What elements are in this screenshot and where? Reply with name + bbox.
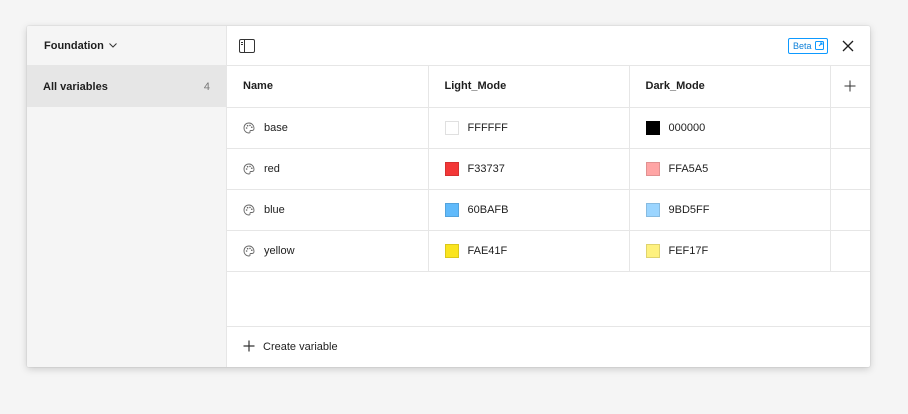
dark-mode-value-cell[interactable]: 9BD5FF (628, 189, 830, 231)
color-value: FFFFFF (467, 121, 508, 134)
dark-mode-value-cell[interactable]: FFA5A5 (628, 148, 830, 190)
light-mode-value-cell[interactable]: 60BAFB (427, 189, 629, 231)
variables-table: Name Light_Mode Dark_Mode base FFFFFF 0000… (227, 66, 870, 272)
plus-icon (243, 340, 255, 355)
variables-panel: Foundation All variables 4 Beta Name Lig… (27, 26, 870, 367)
empty-cell (829, 189, 870, 231)
chevron-down-icon (109, 43, 117, 48)
table-row[interactable]: red F33737 FFA5A5 (227, 148, 870, 190)
color-swatch[interactable] (645, 120, 660, 135)
column-header-dark-mode[interactable]: Dark_Mode (628, 66, 830, 108)
column-header-name[interactable]: Name (227, 66, 428, 108)
table-row[interactable]: blue 60BAFB 9BD5FF (227, 189, 870, 231)
color-value: FEF17F (668, 244, 709, 257)
plus-icon (831, 80, 871, 92)
color-swatch[interactable] (645, 161, 660, 176)
color-swatch[interactable] (645, 202, 660, 217)
palette-icon (243, 204, 255, 216)
color-value: F33737 (467, 162, 505, 175)
color-value: 60BAFB (467, 203, 509, 216)
sidebar-item-count: 4 (203, 80, 210, 93)
palette-icon (243, 163, 255, 175)
dark-mode-value-cell[interactable]: 000000 (628, 107, 830, 149)
empty-cell (829, 230, 870, 272)
variable-name-cell[interactable]: yellow (227, 230, 428, 272)
collection-selector[interactable]: Foundation (27, 26, 226, 66)
main-area: Beta Name Light_Mode Dark_Mode base FFFF… (227, 26, 870, 367)
variable-name-cell[interactable]: base (227, 107, 428, 149)
light-mode-value-cell[interactable]: FFFFFF (427, 107, 629, 149)
beta-label: Beta (793, 41, 812, 51)
sidebar-item-all-variables[interactable]: All variables 4 (27, 66, 226, 107)
empty-cell (829, 148, 870, 190)
color-swatch[interactable] (444, 120, 459, 135)
color-swatch[interactable] (444, 202, 459, 217)
color-swatch[interactable] (645, 243, 660, 258)
sidebar-toggle-icon[interactable] (239, 38, 255, 54)
color-swatch[interactable] (444, 161, 459, 176)
sidebar: Foundation All variables 4 (27, 26, 227, 367)
external-link-icon (814, 40, 824, 52)
variable-name: red (264, 162, 280, 175)
empty-cell (829, 107, 870, 149)
table-row[interactable]: yellow FAE41F FEF17F (227, 230, 870, 272)
close-icon[interactable] (840, 38, 856, 54)
variable-name-cell[interactable]: red (227, 148, 428, 190)
topbar: Beta (227, 26, 870, 66)
table-row[interactable]: base FFFFFF 000000 (227, 107, 870, 149)
beta-badge[interactable]: Beta (788, 38, 828, 54)
column-header-light-mode[interactable]: Light_Mode (427, 66, 629, 108)
light-mode-value-cell[interactable]: FAE41F (427, 230, 629, 272)
palette-icon (243, 122, 255, 134)
color-swatch[interactable] (444, 243, 459, 258)
color-value: FFA5A5 (668, 162, 709, 175)
table-header-row: Name Light_Mode Dark_Mode (227, 66, 871, 108)
variable-name-cell[interactable]: blue (227, 189, 428, 231)
dark-mode-value-cell[interactable]: FEF17F (628, 230, 830, 272)
color-value: FAE41F (467, 244, 508, 257)
palette-icon (243, 245, 255, 257)
add-mode-button[interactable] (829, 66, 871, 108)
color-value: 000000 (668, 121, 706, 134)
create-variable-label: Create variable (263, 341, 338, 353)
collection-name: Foundation (44, 39, 104, 52)
sidebar-item-label: All variables (43, 80, 108, 93)
variable-name: yellow (264, 244, 295, 257)
variable-name: base (264, 121, 288, 134)
light-mode-value-cell[interactable]: F33737 (427, 148, 629, 190)
create-variable-button[interactable]: Create variable (227, 326, 870, 367)
variable-name: blue (264, 203, 285, 216)
color-value: 9BD5FF (668, 203, 710, 216)
